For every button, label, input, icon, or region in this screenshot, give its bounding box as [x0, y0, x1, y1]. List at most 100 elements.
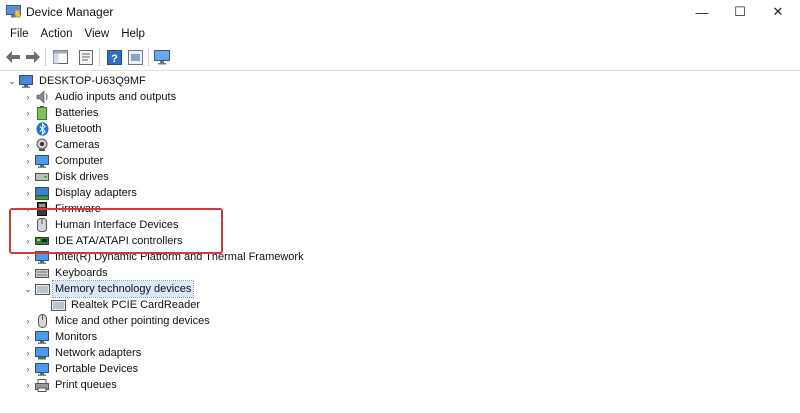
minimize-icon: —: [695, 4, 709, 20]
speaker-icon: [34, 89, 50, 105]
tree-item-audio[interactable]: › Audio inputs and outputs: [22, 89, 178, 105]
tree-item-label: Computer: [55, 155, 104, 167]
chevron-down-icon[interactable]: ⌄: [6, 73, 18, 89]
tree-item-label: Batteries: [55, 107, 99, 119]
update-driver-button[interactable]: [127, 49, 143, 65]
chevron-right-icon[interactable]: ›: [22, 233, 34, 249]
maximize-icon: ☐: [734, 4, 746, 19]
tree-item-print-queues[interactable]: › Print queues: [22, 377, 119, 393]
tree-item-label: Portable Devices: [55, 363, 139, 375]
tree-item-batteries[interactable]: › Batteries: [22, 105, 100, 121]
hid-icon: [34, 217, 50, 233]
scan-hardware-button[interactable]: [154, 49, 170, 65]
mouse-icon: [34, 313, 50, 329]
tree-item-computer[interactable]: › Computer: [22, 153, 105, 169]
show-hide-console-button[interactable]: [52, 49, 68, 65]
tree-item-label: Audio inputs and outputs: [55, 91, 177, 103]
tree-item-label: Keyboards: [55, 267, 108, 279]
chevron-right-icon[interactable]: ›: [22, 169, 34, 185]
display-adapter-icon: [34, 185, 50, 201]
update-driver-icon: [127, 49, 143, 65]
toolbar-separator: [148, 48, 149, 66]
chevron-right-icon[interactable]: ›: [22, 345, 34, 361]
chevron-down-icon[interactable]: ⌄: [22, 281, 34, 297]
chevron-right-icon[interactable]: ›: [22, 329, 34, 345]
tree-item-realtek-cardreader[interactable]: Realtek PCIE CardReader: [40, 297, 202, 313]
tree-item-label: IDE ATA/ATAPI controllers: [55, 235, 183, 247]
forward-icon: [25, 51, 40, 63]
disk-icon: [34, 169, 50, 185]
chevron-right-icon[interactable]: ›: [22, 265, 34, 281]
tree-item-memory-technology-devices[interactable]: ⌄ Memory technology devices: [22, 280, 195, 298]
tree-item-intel-dptf[interactable]: › Intel(R) Dynamic Platform and Thermal …: [22, 249, 306, 265]
chevron-right-icon[interactable]: ›: [22, 105, 34, 121]
tree-item-cameras[interactable]: › Cameras: [22, 137, 102, 153]
tree-item-bluetooth[interactable]: › Bluetooth: [22, 121, 103, 137]
toolbar: ?: [0, 44, 800, 71]
chevron-right-icon[interactable]: ›: [22, 89, 34, 105]
back-button[interactable]: [5, 49, 21, 65]
tree-item-label: Firmware: [55, 203, 101, 215]
close-button[interactable]: ✕: [756, 0, 800, 24]
scan-hardware-icon: [154, 49, 170, 64]
tree-item-human-interface-devices[interactable]: › Human Interface Devices: [22, 217, 181, 233]
tree-item-firmware[interactable]: › Firmware: [22, 201, 103, 217]
monitor-icon: [34, 153, 50, 169]
tree-item-display-adapters[interactable]: › Display adapters: [22, 185, 139, 201]
tree-item-label: Print queues: [55, 379, 117, 391]
tree-item-label: Display adapters: [55, 187, 137, 199]
device-tree: ⌄ DESKTOP-U63Q9MF › Audio inputs and out…: [0, 71, 800, 413]
help-icon: ?: [106, 49, 122, 65]
chevron-right-icon[interactable]: ›: [22, 313, 34, 329]
tree-item-mice[interactable]: › Mice and other pointing devices: [22, 313, 212, 329]
thermal-icon: [34, 249, 50, 265]
chevron-right-icon[interactable]: ›: [22, 361, 34, 377]
battery-icon: [34, 105, 50, 121]
printer-icon: [34, 377, 50, 393]
ide-controller-icon: [34, 233, 50, 249]
chevron-right-icon[interactable]: ›: [22, 201, 34, 217]
tree-item-monitors[interactable]: › Monitors: [22, 329, 99, 345]
chevron-right-icon[interactable]: ›: [22, 377, 34, 393]
toolbar-separator: [45, 48, 46, 66]
tree-root-label: DESKTOP-U63Q9MF: [39, 75, 146, 87]
chevron-right-icon[interactable]: ›: [22, 153, 34, 169]
tree-item-label: Mice and other pointing devices: [55, 315, 210, 327]
tree-item-label: Disk drives: [55, 171, 109, 183]
menu-action[interactable]: Action: [35, 24, 79, 44]
tree-item-label: Network adapters: [55, 347, 142, 359]
tree-item-disk-drives[interactable]: › Disk drives: [22, 169, 111, 185]
help-button[interactable]: ?: [106, 49, 122, 65]
chevron-right-icon[interactable]: ›: [22, 121, 34, 137]
firmware-icon: [34, 201, 50, 217]
menu-view[interactable]: View: [79, 24, 116, 44]
device-manager-icon: [6, 5, 21, 18]
window-title: Device Manager: [26, 5, 114, 19]
chevron-right-icon[interactable]: ›: [22, 137, 34, 153]
camera-icon: [34, 137, 50, 153]
memory-card-icon: [34, 281, 50, 297]
properties-button[interactable]: [78, 49, 94, 65]
properties-icon: [79, 49, 93, 65]
tree-item-portable-devices[interactable]: › Portable Devices: [22, 361, 140, 377]
tree-item-network-adapters[interactable]: › Network adapters: [22, 345, 143, 361]
chevron-right-icon[interactable]: ›: [22, 249, 34, 265]
tree-item-label: Memory technology devices: [51, 280, 195, 298]
svg-text:?: ?: [111, 53, 118, 65]
tree-item-label: Monitors: [55, 331, 98, 343]
menu-help[interactable]: Help: [115, 24, 151, 44]
tree-root[interactable]: ⌄ DESKTOP-U63Q9MF: [6, 73, 148, 89]
chevron-right-icon[interactable]: ›: [22, 185, 34, 201]
portable-device-icon: [34, 361, 50, 377]
tree-item-keyboards[interactable]: › Keyboards: [22, 265, 110, 281]
network-adapter-icon: [34, 345, 50, 361]
computer-icon: [18, 73, 34, 89]
forward-button[interactable]: [24, 49, 40, 65]
close-icon: ✕: [772, 4, 784, 19]
title-bar: Device Manager — ☐ ✕: [0, 0, 800, 24]
chevron-right-icon[interactable]: ›: [22, 217, 34, 233]
console-tree-icon: [52, 50, 68, 64]
menu-file[interactable]: File: [4, 24, 35, 44]
tree-item-ide-controllers[interactable]: › IDE ATA/ATAPI controllers: [22, 233, 185, 249]
